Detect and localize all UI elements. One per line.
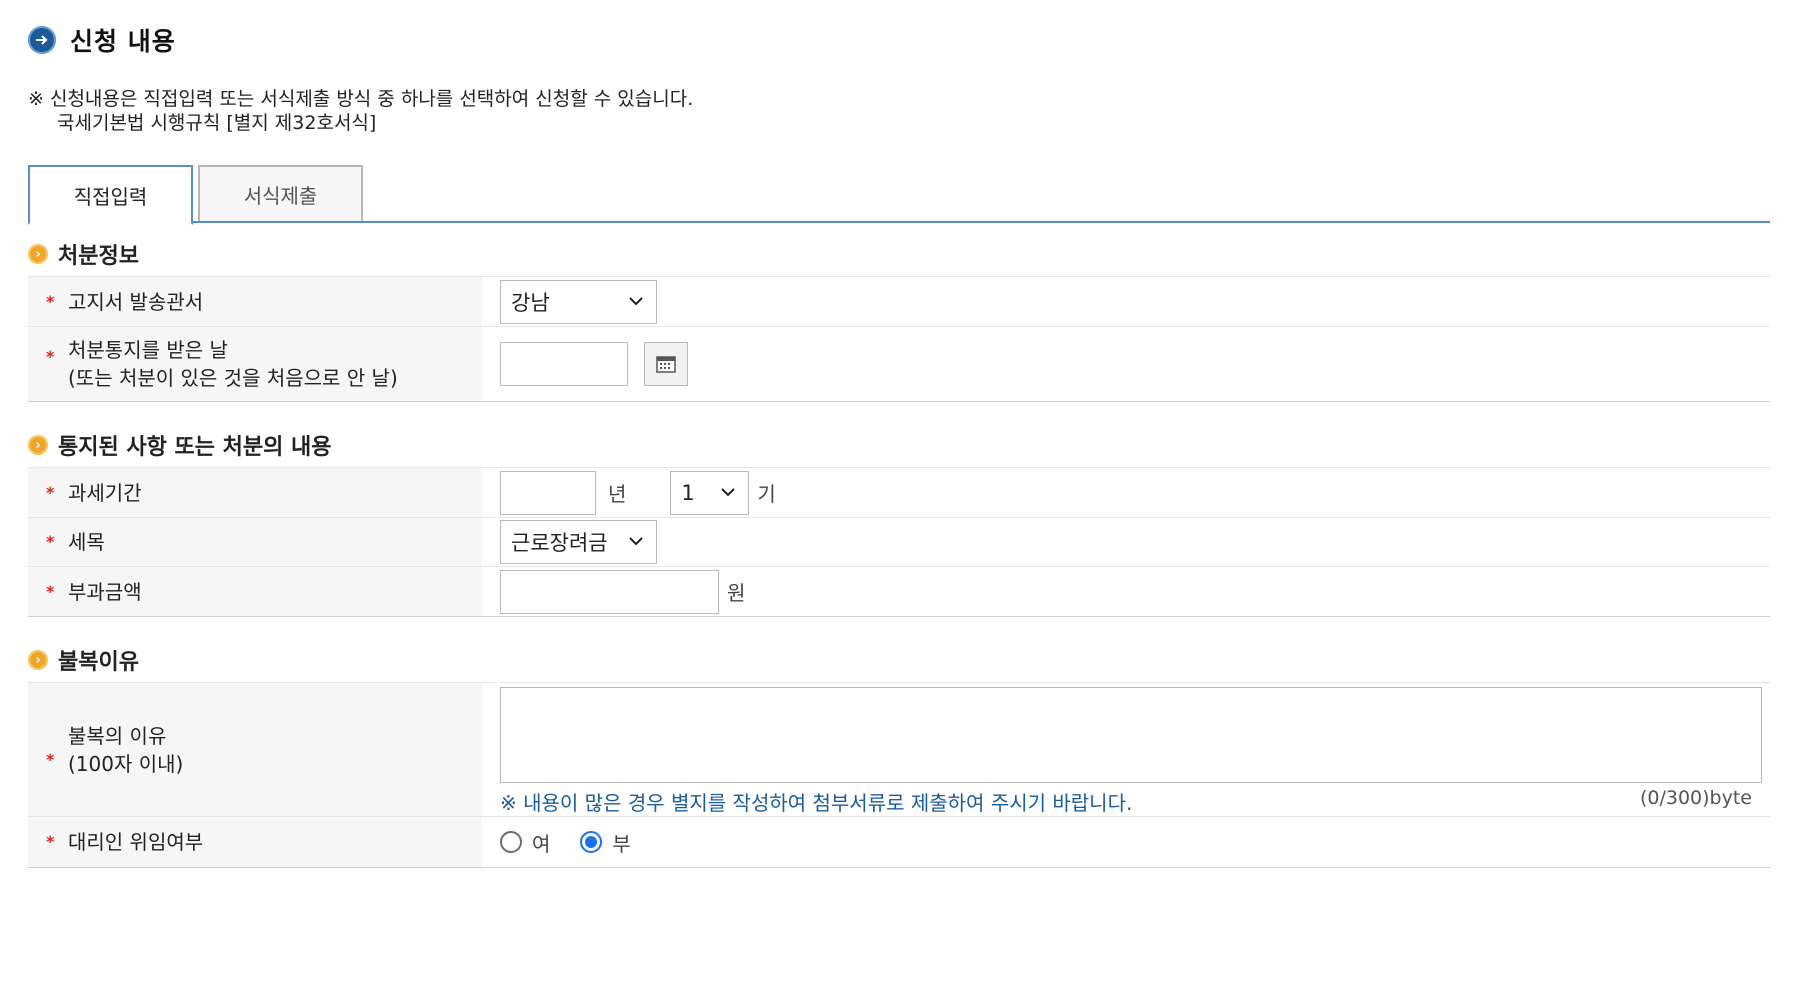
reason-label-lines: 불복의 이유 (100자 이내) <box>68 722 183 778</box>
form-reference: 국세기본법 시행규칙 [별지 제32호서식] <box>57 112 377 134</box>
office-select[interactable]: 강남 <box>500 279 657 324</box>
objection-table: * 불복의 이유 (100자 이내) ※ 내용이 많은 경우 별지를 작성하여 … <box>28 682 1770 868</box>
office-select-value: 강남 <box>511 290 550 315</box>
tab-form-submit[interactable]: 서식제출 <box>198 165 363 221</box>
reason-hint: ※ 내용이 많은 경우 별지를 작성하여 첨부서류로 제출하여 주시기 바랍니다… <box>500 791 1133 815</box>
page-heading: 신청 내용 <box>28 22 176 58</box>
tax-item-select[interactable]: 근로장려금 <box>500 520 657 564</box>
tax-item-label: * 세목 <box>28 518 482 566</box>
calendar-button[interactable] <box>644 342 688 386</box>
tax-item-select-value: 근로장려금 <box>511 531 608 555</box>
amount-label-text: 부과금액 <box>68 579 142 604</box>
radio-yes-label[interactable]: 여 <box>532 828 550 857</box>
reason-textarea[interactable] <box>500 687 1762 783</box>
year-input[interactable] <box>500 470 596 515</box>
period-cell: 년 1 기 <box>482 468 1770 517</box>
period-label: * 과세기간 <box>28 468 482 517</box>
required-mark: * <box>46 291 55 311</box>
date-label-line2: (또는 처분이 있은 것을 처음으로 안 날) <box>68 366 398 390</box>
agent-label-text: 대리인 위임여부 <box>68 830 204 854</box>
year-unit: 년 <box>608 482 627 506</box>
tax-item-cell: 근로장려금 <box>482 518 1770 566</box>
term-select[interactable]: 1 <box>670 470 750 515</box>
required-mark: * <box>46 532 55 551</box>
notified-table: * 과세기간 년 1 기 * 세목 근로장려금 * 부과금액 원 <box>28 467 1770 617</box>
chevron-right-icon: › <box>28 244 48 264</box>
notice-date-input[interactable] <box>500 342 628 386</box>
section-title-text: 통지된 사항 또는 처분의 내용 <box>58 435 332 460</box>
required-mark: * <box>46 750 55 769</box>
chevron-down-icon <box>721 487 736 496</box>
agent-label: * 대리인 위임여부 <box>28 817 482 867</box>
row-agent: * 대리인 위임여부 여 부 <box>28 817 1770 867</box>
amount-unit: 원 <box>727 581 746 605</box>
tab-bar: 직접입력 서식제출 <box>28 165 1770 225</box>
byte-counter: (0/300)byte <box>1639 787 1752 809</box>
required-mark: * <box>46 482 55 502</box>
notice-text: ※ 신청내용은 직접입력 또는 서식제출 방식 중 하나를 선택하여 신청할 수… <box>28 88 694 110</box>
chevron-down-icon <box>629 296 643 305</box>
tax-item-label-text: 세목 <box>68 530 105 554</box>
reason-label-line1: 불복의 이유 <box>68 723 167 748</box>
arrow-circle-icon <box>28 26 56 54</box>
row-amount: * 부과금액 원 <box>28 567 1770 616</box>
disposition-table: * 고지서 발송관서 강남 * 처분통지를 받은 날 (또는 처분이 있은 것을… <box>28 276 1770 402</box>
radio-no[interactable] <box>580 831 603 853</box>
term-select-value: 1 <box>681 480 695 505</box>
date-label-line1: 처분통지를 받은 날 <box>68 338 228 362</box>
reason-label-line2: (100자 이내) <box>68 751 184 776</box>
office-label-text: 고지서 발송관서 <box>68 289 204 314</box>
office-cell: 강남 <box>482 277 1770 326</box>
section-title-objection: › 불복이유 <box>28 644 139 676</box>
chevron-down-icon <box>629 537 643 546</box>
section-title-text: 처분정보 <box>58 244 139 269</box>
page-title: 신청 내용 <box>70 27 176 56</box>
period-label-text: 과세기간 <box>68 480 142 505</box>
application-form-page: 신청 내용 ※ 신청내용은 직접입력 또는 서식제출 방식 중 하나를 선택하여… <box>0 0 1800 1001</box>
row-office: * 고지서 발송관서 강남 <box>28 277 1770 327</box>
reason-cell: ※ 내용이 많은 경우 별지를 작성하여 첨부서류로 제출하여 주시기 바랍니다… <box>482 683 1770 816</box>
amount-cell: 원 <box>482 567 1770 616</box>
radio-yes[interactable] <box>500 831 522 853</box>
section-title-text: 불복이유 <box>58 650 139 675</box>
reason-label: * 불복의 이유 (100자 이내) <box>28 683 482 816</box>
amount-input[interactable] <box>500 569 719 614</box>
chevron-right-icon: › <box>28 435 48 455</box>
row-tax-item: * 세목 근로장려금 <box>28 518 1770 567</box>
row-reason: * 불복의 이유 (100자 이내) ※ 내용이 많은 경우 별지를 작성하여 … <box>28 683 1770 817</box>
radio-no-label[interactable]: 부 <box>612 828 630 857</box>
chevron-right-icon: › <box>28 650 48 670</box>
agent-radio-group: 여 부 <box>500 828 631 857</box>
required-mark: * <box>46 832 55 851</box>
section-title-disposition: › 처분정보 <box>28 238 139 270</box>
row-period: * 과세기간 년 1 기 <box>28 468 1770 518</box>
section-title-notified: › 통지된 사항 또는 처분의 내용 <box>28 429 332 461</box>
date-label: * 처분통지를 받은 날 (또는 처분이 있은 것을 처음으로 안 날) <box>28 327 482 401</box>
amount-label: * 부과금액 <box>28 567 482 616</box>
date-label-lines: 처분통지를 받은 날 (또는 처분이 있은 것을 처음으로 안 날) <box>68 336 398 392</box>
reason-footer: ※ 내용이 많은 경우 별지를 작성하여 첨부서류로 제출하여 주시기 바랍니다… <box>500 787 1770 816</box>
row-notice-date: * 처분통지를 받은 날 (또는 처분이 있은 것을 처음으로 안 날) <box>28 327 1770 401</box>
required-mark: * <box>46 581 55 601</box>
term-unit: 기 <box>757 482 776 506</box>
agent-cell: 여 부 <box>482 817 1770 867</box>
office-label: * 고지서 발송관서 <box>28 277 482 326</box>
date-cell <box>482 327 1770 401</box>
required-mark: * <box>46 347 55 366</box>
calendar-icon <box>656 356 676 373</box>
tab-direct-input[interactable]: 직접입력 <box>28 165 193 225</box>
